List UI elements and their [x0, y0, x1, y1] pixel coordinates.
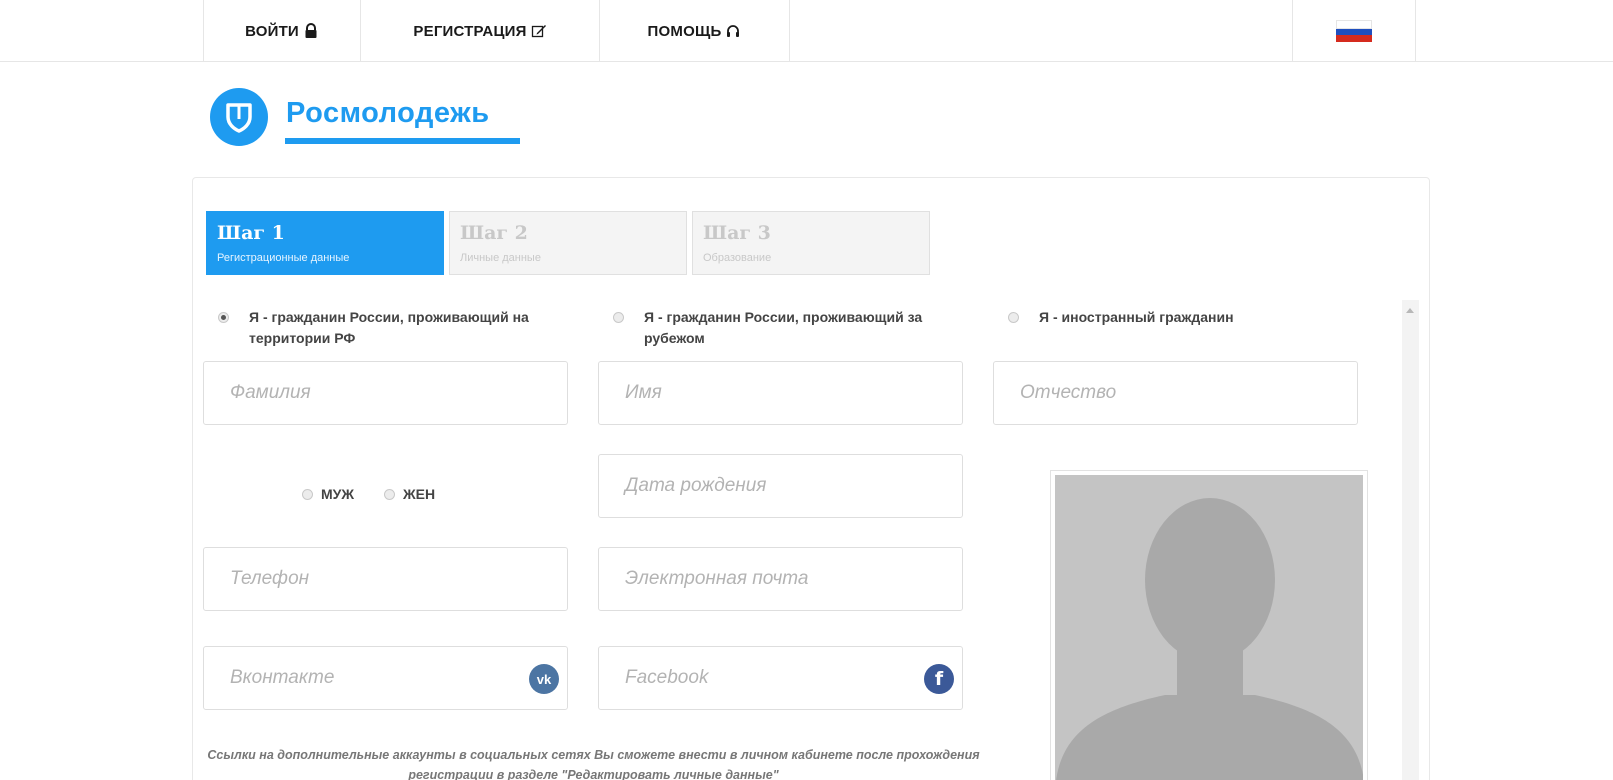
gender-male-label: МУЖ — [321, 486, 355, 502]
citizenship-label: Я - гражданин России, проживающий на тер… — [249, 309, 529, 346]
vk-input[interactable]: Вконтакте vk — [203, 646, 568, 710]
help-link[interactable]: ПОМОЩЬ — [600, 0, 790, 62]
patronymic-input[interactable]: Отчество — [993, 361, 1358, 425]
citizenship-option-resident[interactable]: Я - гражданин России, проживающий на тер… — [218, 307, 578, 349]
radio-button[interactable] — [218, 312, 229, 323]
placeholder: Вконтакте — [230, 667, 335, 688]
step-title: Шаг 2 — [460, 222, 528, 244]
email-input[interactable]: Электронная почта — [598, 547, 963, 611]
birth-date-input[interactable]: Дата рождения — [598, 454, 963, 518]
scroll-up-icon[interactable] — [1406, 308, 1414, 313]
placeholder: Телефон — [230, 568, 310, 589]
step-2-tab[interactable]: Шаг 2 Личные данные — [449, 211, 687, 275]
placeholder: Facebook — [625, 667, 709, 688]
radio-button[interactable] — [613, 312, 624, 323]
avatar-upload[interactable] — [1050, 470, 1368, 780]
citizenship-option-abroad[interactable]: Я - гражданин России, проживающий за руб… — [613, 307, 973, 349]
headphones-icon — [727, 25, 740, 37]
gender-female-label: ЖЕН — [403, 486, 436, 502]
top-navigation: ВОЙТИ РЕГИСТРАЦИЯ ПОМОЩЬ — [0, 0, 1613, 62]
gender-male-radio[interactable] — [302, 488, 313, 500]
citizenship-label: Я - иностранный гражданин — [1039, 309, 1234, 325]
step-subtitle: Регистрационные данные — [217, 252, 350, 264]
help-label: ПОМОЩЬ — [647, 22, 722, 40]
placeholder: Имя — [625, 382, 662, 403]
step-1-tab[interactable]: Шаг 1 Регистрационные данные — [206, 211, 444, 275]
russian-flag-icon — [1336, 20, 1372, 43]
facebook-input[interactable]: Facebook f — [598, 646, 963, 710]
phone-input[interactable]: Телефон — [203, 547, 568, 611]
scrollbar[interactable] — [1402, 300, 1419, 780]
shield-logo-icon — [210, 88, 268, 146]
vk-icon: vk — [529, 664, 559, 694]
step-subtitle: Образование — [703, 252, 772, 264]
register-link[interactable]: РЕГИСТРАЦИЯ — [361, 0, 600, 62]
login-label: ВОЙТИ — [245, 22, 299, 40]
step-subtitle: Личные данные — [460, 252, 541, 264]
placeholder: Фамилия — [230, 382, 311, 403]
facebook-icon: f — [924, 664, 954, 694]
language-switch[interactable] — [1292, 0, 1416, 62]
login-link[interactable]: ВОЙТИ — [203, 0, 361, 62]
citizenship-option-foreign[interactable]: Я - иностранный гражданин — [1008, 307, 1368, 328]
register-label: РЕГИСТРАЦИЯ — [413, 22, 527, 40]
placeholder: Дата рождения — [625, 475, 767, 496]
step-3-tab[interactable]: Шаг 3 Образование — [692, 211, 930, 275]
last-name-input[interactable]: Фамилия — [203, 361, 568, 425]
social-links-note: Ссылки на дополнительные аккаунты в соци… — [207, 748, 980, 780]
edit-icon — [531, 25, 546, 38]
radio-button[interactable] — [1008, 312, 1019, 323]
placeholder: Отчество — [1020, 382, 1117, 403]
citizenship-label: Я - гражданин России, проживающий за руб… — [644, 309, 923, 346]
avatar-placeholder — [1055, 475, 1363, 780]
placeholder: Электронная почта — [625, 568, 809, 589]
user-silhouette-icon — [1056, 498, 1363, 780]
gender-female-radio[interactable] — [384, 488, 396, 500]
logo-underline — [285, 138, 520, 144]
gender-selector: МУЖ ЖЕН — [302, 486, 435, 502]
lock-icon — [305, 23, 317, 38]
step-title: Шаг 3 — [703, 222, 771, 244]
step-title: Шаг 1 — [217, 222, 285, 244]
logo-text: Росмолодежь — [286, 96, 490, 129]
first-name-input[interactable]: Имя — [598, 361, 963, 425]
